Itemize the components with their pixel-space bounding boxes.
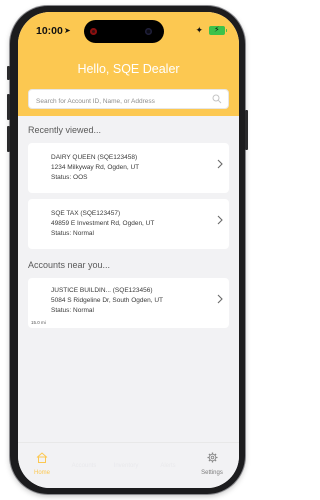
gear-icon — [206, 452, 218, 463]
status-indicators: ✦ ⚡ — [195, 25, 227, 36]
account-address: 49859 E Investment Rd, Ogden, UT — [51, 220, 155, 227]
account-name: DAIRY QUEEN (SQE123458) — [51, 154, 138, 161]
tab-accounts[interactable]: Accounts — [64, 450, 104, 469]
account-card-dairy-queen[interactable]: DAIRY QUEEN (SQE123458) 1234 Milkyway Rd… — [28, 143, 229, 193]
account-name: JUSTICE BUILDIN... (SQE123456) — [51, 287, 153, 294]
location-arrow-icon: ➤ — [64, 26, 71, 35]
account-card-justice-building[interactable]: JUSTICE BUILDIN... (SQE123456) 5084 S Ri… — [28, 278, 229, 328]
tab-label: Accounts — [71, 463, 97, 469]
tab-bar: Home Accounts Inventory Alerts Settings — [18, 442, 239, 488]
chevron-right-icon — [217, 294, 223, 304]
search-bar[interactable] — [28, 89, 229, 111]
tab-label: Settings — [201, 470, 223, 476]
app-screen: 10:00 ➤ ✦ ⚡ Hello, SQE Dealer Recently v… — [18, 12, 239, 488]
account-name: SQE TAX (SQE123457) — [51, 210, 121, 217]
satellite-icon: ✦ — [195, 25, 203, 35]
tab-label: Home — [33, 470, 50, 476]
chevron-right-icon — [217, 159, 223, 169]
tab-settings[interactable]: Settings — [192, 450, 232, 476]
account-address: 5084 S Ridgeline Dr, South Ogden, UT — [51, 297, 164, 304]
home-icon — [36, 452, 48, 463]
account-distance: 15.0 mi — [31, 320, 46, 325]
tab-alerts[interactable]: Alerts — [148, 450, 188, 469]
search-input[interactable] — [29, 92, 199, 111]
account-status: Status: Normal — [51, 307, 94, 314]
account-card-sqe-tax[interactable]: SQE TAX (SQE123457) 49859 E Investment R… — [28, 199, 229, 249]
dynamic-island — [84, 20, 164, 43]
search-icon[interactable] — [212, 94, 222, 104]
camera-icon — [145, 28, 152, 35]
greeting-title: Hello, SQE Dealer — [77, 62, 180, 76]
battery-charging-icon: ⚡ — [209, 25, 227, 35]
account-address: 1234 Milkyway Rd, Ogden, UT — [51, 164, 140, 171]
tab-label: Alerts — [160, 463, 176, 469]
recently-viewed-title: Recently viewed... — [28, 125, 102, 135]
accounts-near-title: Accounts near you... — [28, 260, 111, 270]
account-status: Status: Normal — [51, 230, 94, 237]
account-status: Status: OOS — [51, 174, 88, 181]
app-header: 10:00 ➤ ✦ ⚡ Hello, SQE Dealer — [18, 12, 239, 116]
tab-inventory[interactable]: Inventory — [106, 450, 146, 469]
tab-home[interactable]: Home — [22, 450, 62, 476]
status-time: 10:00 — [36, 25, 63, 37]
tab-label: Inventory — [113, 463, 139, 469]
chevron-right-icon — [217, 215, 223, 225]
recording-indicator-icon — [90, 28, 97, 35]
